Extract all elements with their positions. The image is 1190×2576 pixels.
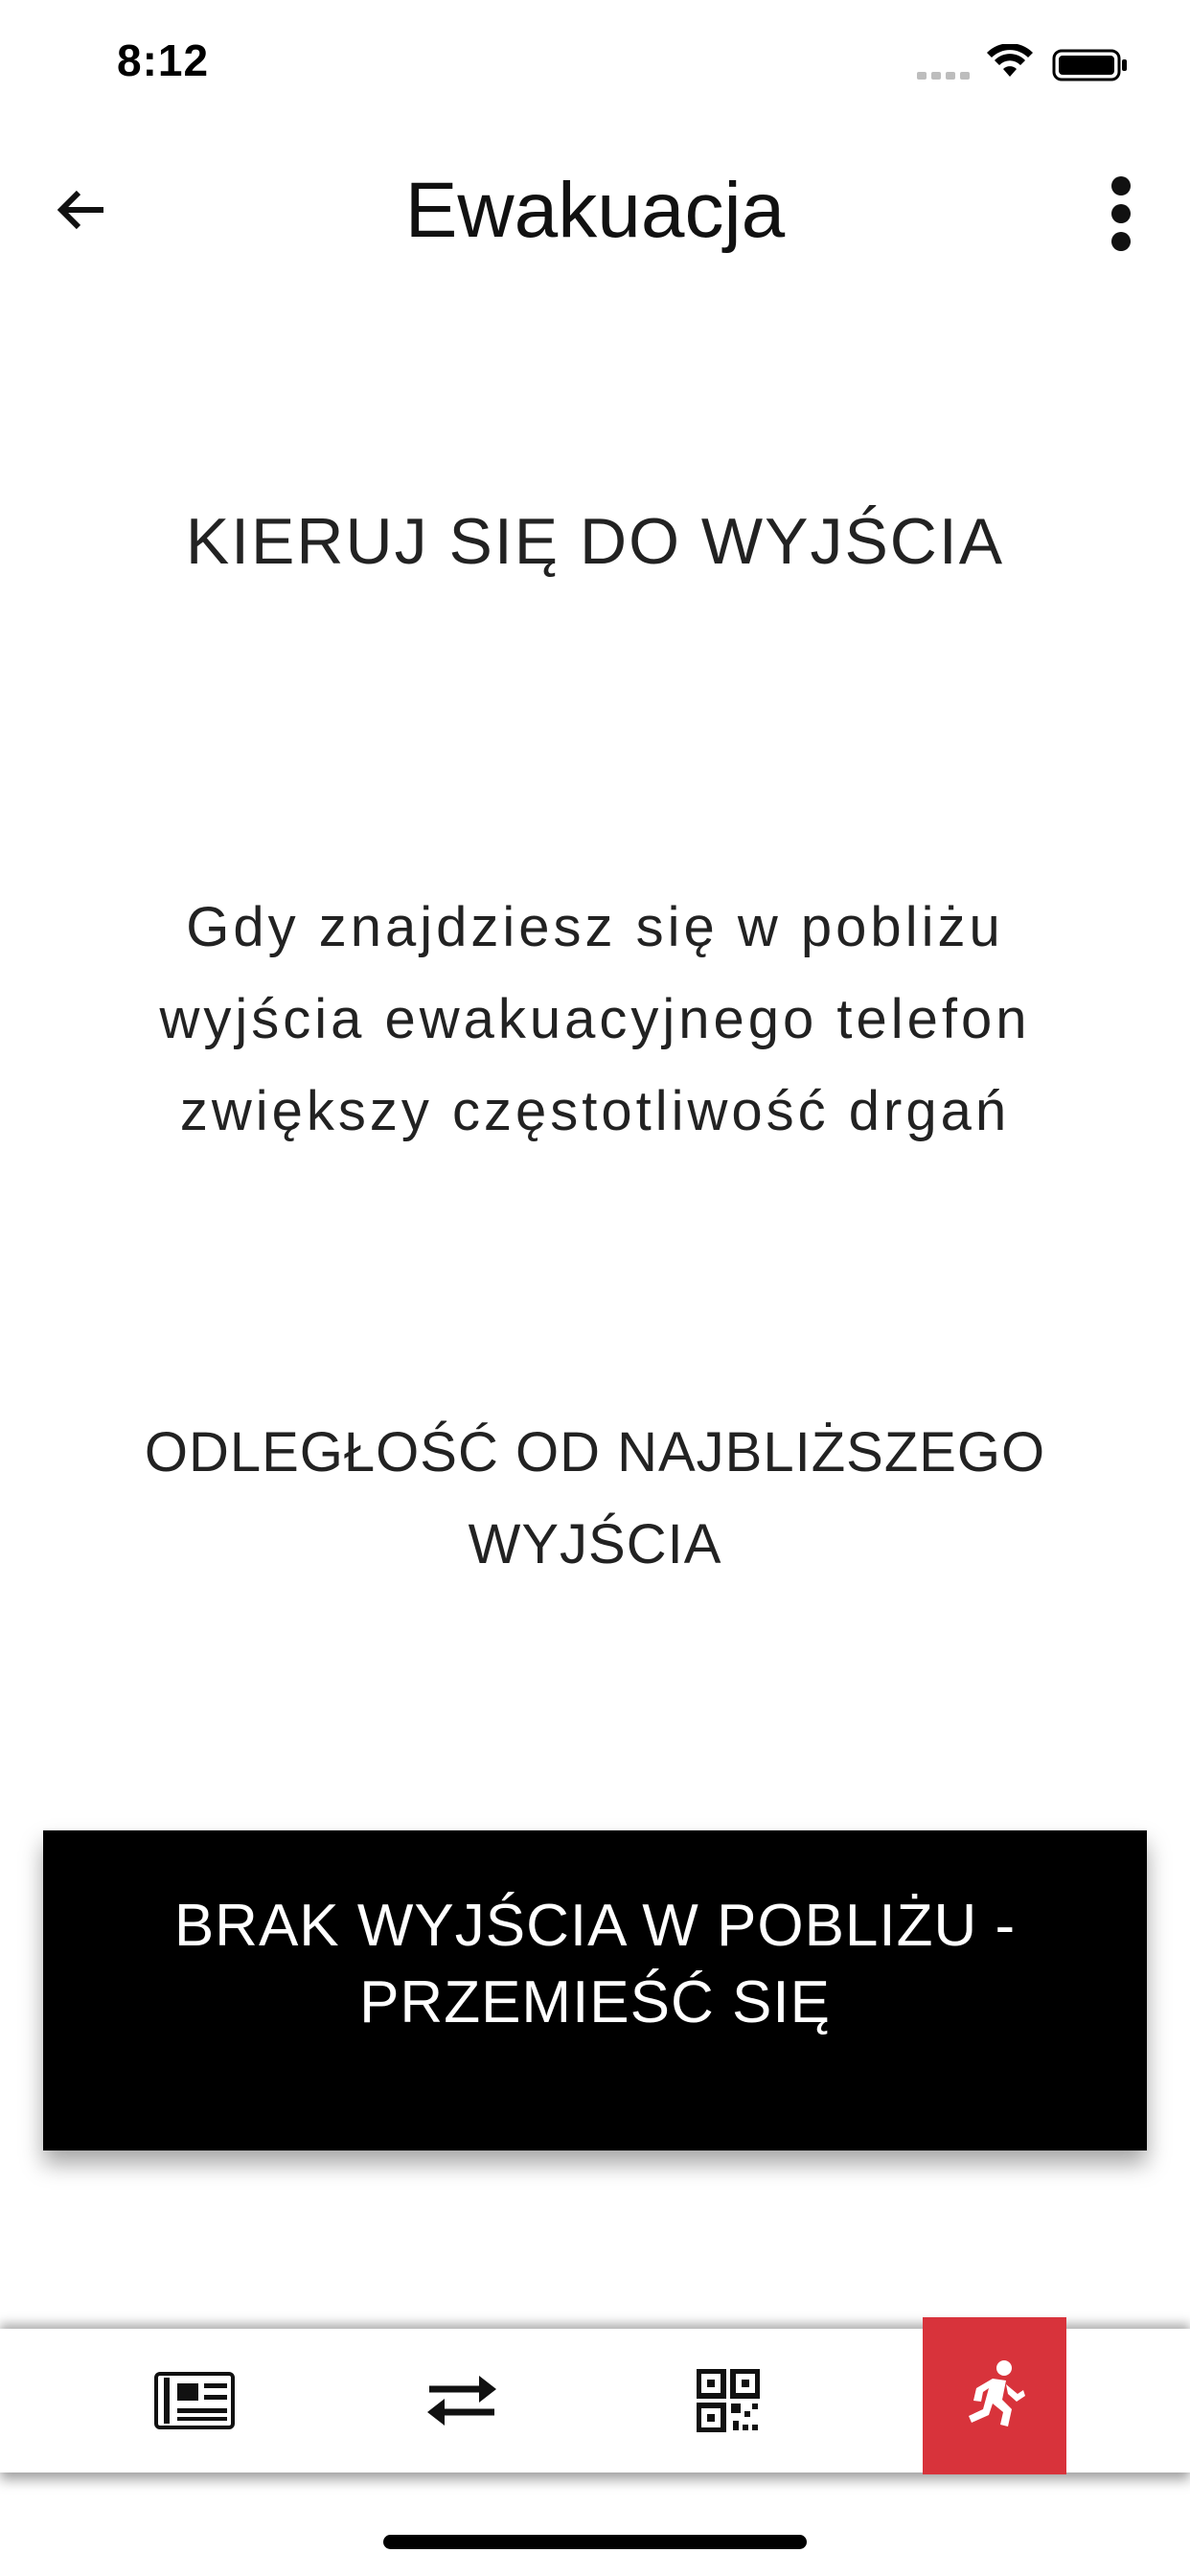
exit-status-line: BRAK WYJŚCIA W POBLIŻU - — [173, 1893, 1017, 1959]
home-indicator[interactable] — [383, 2535, 807, 2549]
more-options-button[interactable] — [1090, 166, 1152, 262]
status-time: 8:12 — [117, 35, 210, 85]
exit-status-line: PRZEMIEŚĆ SIĘ — [359, 1969, 831, 2036]
cellular-signal-icon — [917, 72, 970, 80]
status-bar: 8:12 — [0, 0, 1190, 129]
more-vertical-icon — [1111, 176, 1131, 251]
nav-item-evacuation[interactable] — [923, 2317, 1066, 2474]
distance-label-line: WYJŚCIA — [468, 1513, 722, 1576]
newspaper-icon — [154, 2372, 235, 2429]
info-line: wyjścia ewakuacyjnego telefon — [159, 988, 1031, 1050]
battery-icon — [1052, 49, 1127, 81]
vibration-info-text: Gdy znajdziesz się w pobliżu wyjścia ewa… — [86, 882, 1104, 1158]
page-title: Ewakuacja — [404, 167, 786, 254]
nav-item-news[interactable] — [123, 2329, 266, 2472]
nav-item-qr-scanner[interactable] — [656, 2329, 800, 2472]
instruction-heading: KIERUJ SIĘ DO WYJŚCIA — [185, 505, 1005, 578]
running-person-icon — [969, 2360, 1025, 2426]
exit-status-text: BRAK WYJŚCIA W POBLIŻU - PRZEMIEŚĆ SIĘ — [43, 1888, 1147, 2041]
nav-item-transfer[interactable] — [390, 2329, 534, 2472]
wifi-icon — [987, 44, 1033, 77]
app-bar: Ewakuacja — [0, 129, 1190, 288]
qr-code-icon — [697, 2369, 760, 2432]
swap-arrows-icon — [427, 2376, 496, 2426]
info-line: zwiększy częstotliwość drgań — [179, 1080, 1011, 1142]
distance-label-line: ODLEGŁOŚĆ OD NAJBLIŻSZEGO — [144, 1421, 1046, 1484]
info-line: Gdy znajdziesz się w pobliżu — [186, 896, 1004, 958]
nearest-exit-distance-label: ODLEGŁOŚĆ OD NAJBLIŻSZEGO WYJŚCIA — [115, 1407, 1075, 1591]
exit-status-panel: BRAK WYJŚCIA W POBLIŻU - PRZEMIEŚĆ SIĘ — [43, 1830, 1147, 2150]
bottom-navigation — [0, 2317, 1190, 2474]
